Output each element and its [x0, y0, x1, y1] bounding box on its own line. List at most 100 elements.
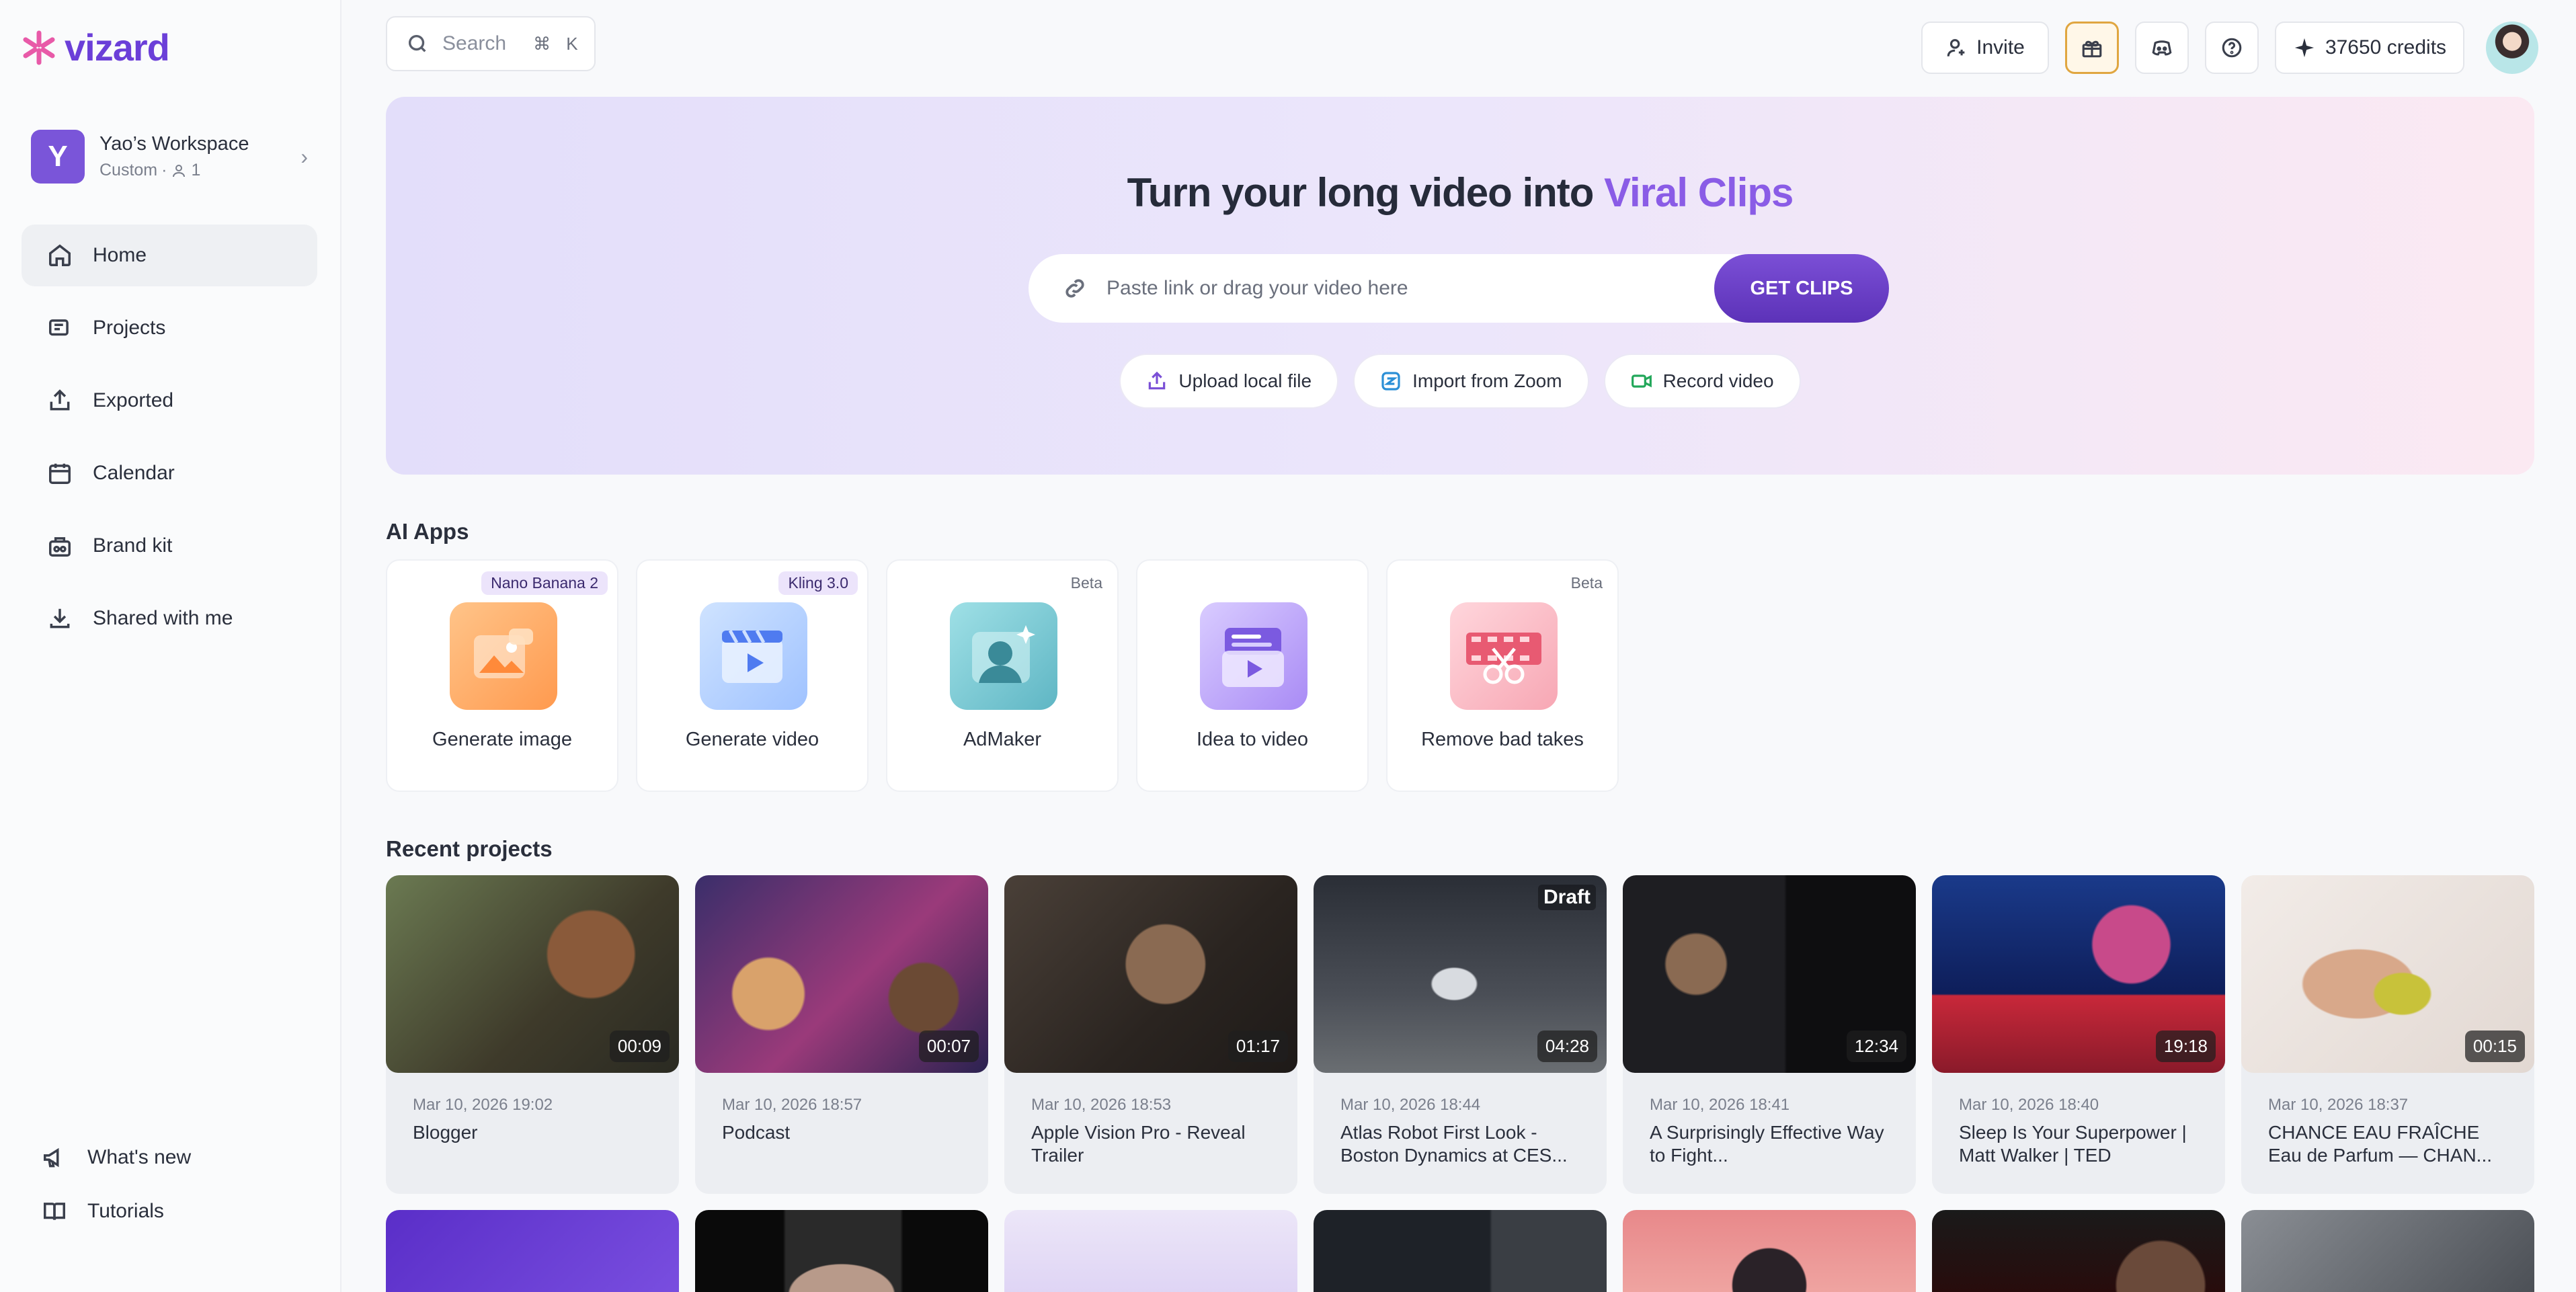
discord-icon [2152, 40, 2172, 56]
app-tag: Beta [1070, 574, 1102, 592]
project-thumbnail[interactable] [1004, 1210, 1297, 1292]
project-thumbnail: 12:34 [1623, 875, 1916, 1073]
workspace-info: Yao’s Workspace Custom · 1 [99, 133, 300, 180]
project-date: Mar 10, 2026 18:40 [1959, 1096, 2099, 1114]
project-date: Mar 10, 2026 18:41 [1650, 1096, 1790, 1114]
duration-badge: 00:09 [609, 1031, 670, 1062]
project-card[interactable]: 01:17 Mar 10, 2026 18:53 Apple Vision Pr… [1004, 875, 1297, 1194]
project-date: Mar 10, 2026 18:37 [2268, 1096, 2409, 1114]
help-icon [2222, 38, 2242, 58]
project-card[interactable]: 00:07 Mar 10, 2026 18:57 Podcast [695, 875, 988, 1194]
workspace-plan: Custom [99, 161, 158, 179]
credits-button[interactable]: 37650 credits [2275, 22, 2464, 74]
search-box[interactable]: Search ⌘ K [386, 16, 596, 71]
app-remove-bad-takes[interactable]: Beta Remove bad takes [1386, 559, 1619, 792]
invite-label: Invite [1976, 36, 2025, 58]
member-icon [173, 164, 186, 177]
app-generate-video[interactable]: Kling 3.0 Generate video [636, 559, 869, 792]
app-label: Idea to video [1196, 729, 1309, 750]
project-thumbnail: Draft 04:28 [1314, 875, 1607, 1073]
record-video-button[interactable]: Record video [1603, 354, 1801, 409]
project-date: Mar 10, 2026 18:57 [722, 1096, 862, 1114]
video-link-field[interactable]: GET CLIPS [1029, 254, 1889, 323]
app-generate-image[interactable]: Nano Banana 2 Generate image [386, 559, 618, 792]
help-button[interactable] [2205, 22, 2259, 74]
upload-label: Upload local file [1178, 370, 1312, 391]
project-card[interactable]: 00:09 Mar 10, 2026 19:02 Blogger [386, 875, 679, 1194]
link-icon [1065, 279, 1084, 298]
avatar-sparkle-icon [950, 602, 1057, 710]
project-thumbnail: 00:07 [695, 875, 988, 1073]
project-card[interactable]: 00:15 Mar 10, 2026 18:37 CHANCE EAU FRAÎ… [2241, 875, 2534, 1194]
project-thumbnail[interactable] [1623, 1210, 1916, 1292]
sidebar-item-tutorials[interactable]: Tutorials [22, 1190, 317, 1233]
duration-badge: 04:28 [1537, 1031, 1597, 1062]
project-thumbnail: 00:09 [386, 875, 679, 1073]
record-video-label: Record video [1662, 370, 1774, 391]
upload-local-file-button[interactable]: Upload local file [1119, 354, 1339, 409]
sidebar-item-label: Calendar [93, 462, 175, 484]
logo[interactable]: vizard [20, 26, 170, 69]
invite-button[interactable]: Invite [1921, 22, 2049, 74]
script-video-icon [1200, 602, 1307, 710]
duration-badge: 01:17 [1227, 1031, 1288, 1062]
camera-icon [1631, 374, 1652, 388]
project-title: Blogger [413, 1122, 478, 1143]
workspace-member-count: 1 [191, 161, 201, 179]
project-thumbnail[interactable] [1932, 1210, 2225, 1292]
hero-title: Turn your long video into Viral Clips [386, 169, 2534, 216]
project-thumbnail[interactable] [695, 1210, 988, 1292]
sidebar-item-calendar[interactable]: Calendar [22, 442, 317, 504]
ai-apps-title: AI Apps [386, 519, 469, 544]
project-card[interactable]: 12:34 Mar 10, 2026 18:41 A Surprisingly … [1623, 875, 1916, 1194]
sidebar-nav: Home Projects Exported Calendar Brand ki… [22, 225, 317, 660]
project-thumbnail[interactable] [386, 1210, 679, 1292]
sidebar-item-label: Projects [93, 317, 166, 339]
megaphone-icon [44, 1147, 59, 1168]
video-link-input[interactable] [1106, 277, 1698, 300]
project-date: Mar 10, 2026 18:53 [1031, 1096, 1172, 1114]
project-title: CHANCE EAU FRAÎCHE Eau de Parfum — CHAN.… [2268, 1122, 2493, 1166]
scissors-film-icon [1450, 602, 1558, 710]
project-card[interactable]: Draft 04:28 Mar 10, 2026 18:44 Atlas Rob… [1314, 875, 1607, 1194]
hero-banner: Turn your long video into Viral Clips GE… [386, 97, 2534, 475]
sidebar-item-home[interactable]: Home [22, 225, 317, 286]
discord-button[interactable] [2135, 22, 2189, 74]
workspace-avatar: Y [31, 130, 85, 184]
sidebar-item-projects[interactable]: Projects [22, 297, 317, 359]
ai-apps-list: Nano Banana 2 Generate image Kling 3.0 G… [386, 559, 1619, 792]
sidebar-item-label: What's new [87, 1146, 192, 1168]
sidebar-item-exported[interactable]: Exported [22, 370, 317, 432]
hero-actions: Upload local file Import from Zoom Recor… [386, 354, 2534, 409]
gift-button[interactable] [2065, 22, 2119, 74]
project-thumbnail[interactable] [1314, 1210, 1607, 1292]
app-label: Remove bad takes [1421, 729, 1584, 750]
duration-badge: 19:18 [2155, 1031, 2216, 1062]
chevron-right-icon: › [300, 144, 308, 169]
separator-dot: · [161, 161, 167, 179]
workspace-switcher[interactable]: Y Yao’s Workspace Custom · 1 › [31, 126, 308, 187]
image-icon [450, 602, 557, 710]
sidebar-item-label: Brand kit [93, 534, 173, 557]
recent-projects-title: Recent projects [386, 836, 553, 861]
project-thumbnail: 19:18 [1932, 875, 2225, 1073]
project-date: Mar 10, 2026 18:44 [1340, 1096, 1481, 1114]
project-thumbnail[interactable] [2241, 1210, 2534, 1292]
duration-badge: 00:15 [2464, 1031, 2525, 1062]
project-date: Mar 10, 2026 19:02 [413, 1096, 553, 1114]
sidebar-item-whats-new[interactable]: What's new [22, 1136, 317, 1179]
project-card[interactable]: 19:18 Mar 10, 2026 18:40 Sleep Is Your S… [1932, 875, 2225, 1194]
sidebar-item-brand-kit[interactable]: Brand kit [22, 515, 317, 577]
logo-text: vizard [65, 26, 170, 69]
get-clips-button[interactable]: GET CLIPS [1714, 254, 1889, 323]
workspace-name: Yao’s Workspace [99, 133, 249, 155]
app-idea-to-video[interactable]: Idea to video [1136, 559, 1369, 792]
project-title: Apple Vision Pro - Reveal Trailer [1031, 1122, 1246, 1166]
user-avatar[interactable] [2486, 22, 2538, 74]
import-zoom-button[interactable]: Import from Zoom [1353, 354, 1589, 409]
project-title: A Surprisingly Effective Way to Fight... [1650, 1122, 1884, 1166]
export-icon [50, 389, 70, 411]
app-admaker[interactable]: Beta AdMaker [886, 559, 1119, 792]
search-placeholder: Search [442, 32, 507, 54]
sidebar-item-shared[interactable]: Shared with me [22, 588, 317, 649]
